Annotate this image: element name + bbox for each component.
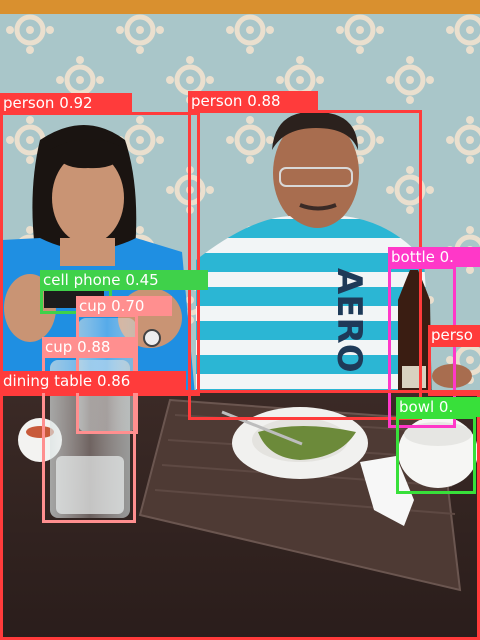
label-class: perso [431,326,473,344]
detection-label-person-right: person 0.88 [188,91,318,111]
detection-label-cup-large: cup 0.88 [42,337,138,357]
detection-box-person-right [188,110,422,420]
detection-box-person-edge [428,344,480,396]
label-class: person [3,94,55,112]
detection-label-person-edge: perso [428,325,480,345]
detection-label-dining-table: dining table 0.86 [0,371,186,391]
detection-label-bowl: bowl 0. [396,397,480,417]
label-score: 0.88 [247,92,281,110]
label-score: 0.45 [125,271,159,289]
label-score: 0.70 [111,297,145,315]
label-score: 0. [438,398,454,416]
detection-scene: AERO person 0.92 person 0.88 bottle 0. p… [0,0,480,640]
detection-label-cup-small: cup 0.70 [76,296,172,316]
label-class: bottle [391,248,435,266]
detection-label-person-left: person 0.92 [0,93,132,113]
label-class: cup [45,338,73,356]
label-class: cell phone [43,271,121,289]
detection-box-bowl [396,416,476,494]
label-class: bowl [399,398,435,416]
detection-label-bottle: bottle 0. [388,247,480,267]
label-score: 0.86 [96,372,131,390]
detection-label-cell-phone: cell phone 0.45 [40,270,208,290]
label-score: 0. [439,248,454,266]
label-class: person [191,92,243,110]
label-score: 0.92 [59,94,93,112]
label-score: 0.88 [77,338,111,356]
label-class: cup [79,297,107,315]
label-class: dining table [3,372,93,390]
